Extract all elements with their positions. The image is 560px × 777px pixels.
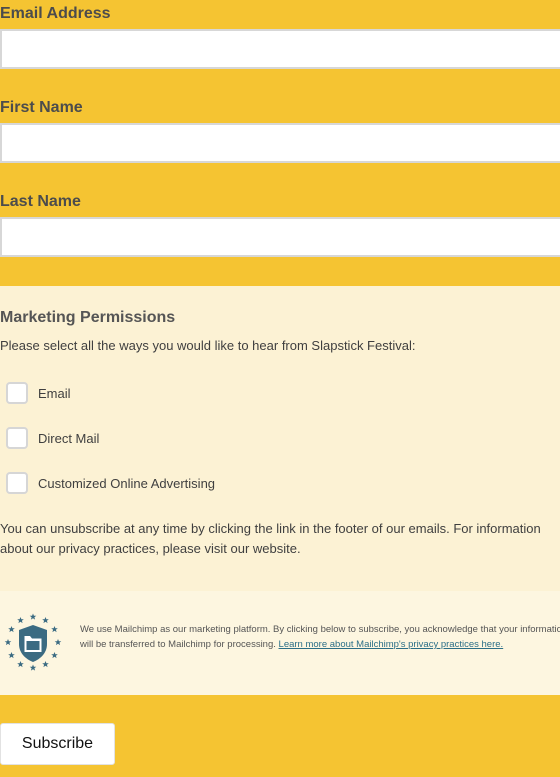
permission-option-email[interactable]: Email bbox=[6, 381, 71, 405]
email-option-label: Email bbox=[38, 385, 71, 401]
marketing-permissions-title: Marketing Permissions bbox=[0, 309, 176, 326]
email-address-input[interactable] bbox=[0, 29, 560, 69]
gdpr-shield-folder-icon bbox=[4, 613, 62, 671]
online-advertising-option-label: Customized Online Advertising bbox=[38, 475, 216, 491]
email-checkbox[interactable] bbox=[6, 382, 28, 404]
last-name-input[interactable] bbox=[0, 217, 560, 257]
online-advertising-checkbox[interactable] bbox=[6, 472, 28, 494]
last-name-label: Last Name bbox=[0, 193, 81, 210]
permission-option-online-advertising[interactable]: Customized Online Advertising bbox=[6, 471, 215, 495]
subscribe-button[interactable]: Subscribe bbox=[0, 723, 115, 765]
mailchimp-privacy-link[interactable]: Learn more about Mailchimp's privacy pra… bbox=[279, 639, 504, 650]
first-name-input[interactable] bbox=[0, 123, 560, 163]
marketing-permissions-description: Please select all the ways you would lik… bbox=[0, 338, 416, 353]
direct-mail-checkbox[interactable] bbox=[6, 427, 28, 449]
email-address-label: Email Address bbox=[0, 5, 111, 22]
marketing-permissions-section: Marketing Permissions Please select all … bbox=[0, 286, 560, 591]
unsubscribe-note: You can unsubscribe at any time by click… bbox=[0, 521, 541, 556]
mailchimp-legal-section: We use Mailchimp as our marketing platfo… bbox=[0, 591, 560, 695]
first-name-label: First Name bbox=[0, 99, 83, 116]
permission-option-direct-mail[interactable]: Direct Mail bbox=[6, 426, 99, 450]
mailchimp-legal-text: We use Mailchimp as our marketing platfo… bbox=[80, 622, 560, 652]
direct-mail-option-label: Direct Mail bbox=[38, 430, 100, 446]
signup-form: Email Address First Name Last Name Marke… bbox=[0, 0, 560, 777]
